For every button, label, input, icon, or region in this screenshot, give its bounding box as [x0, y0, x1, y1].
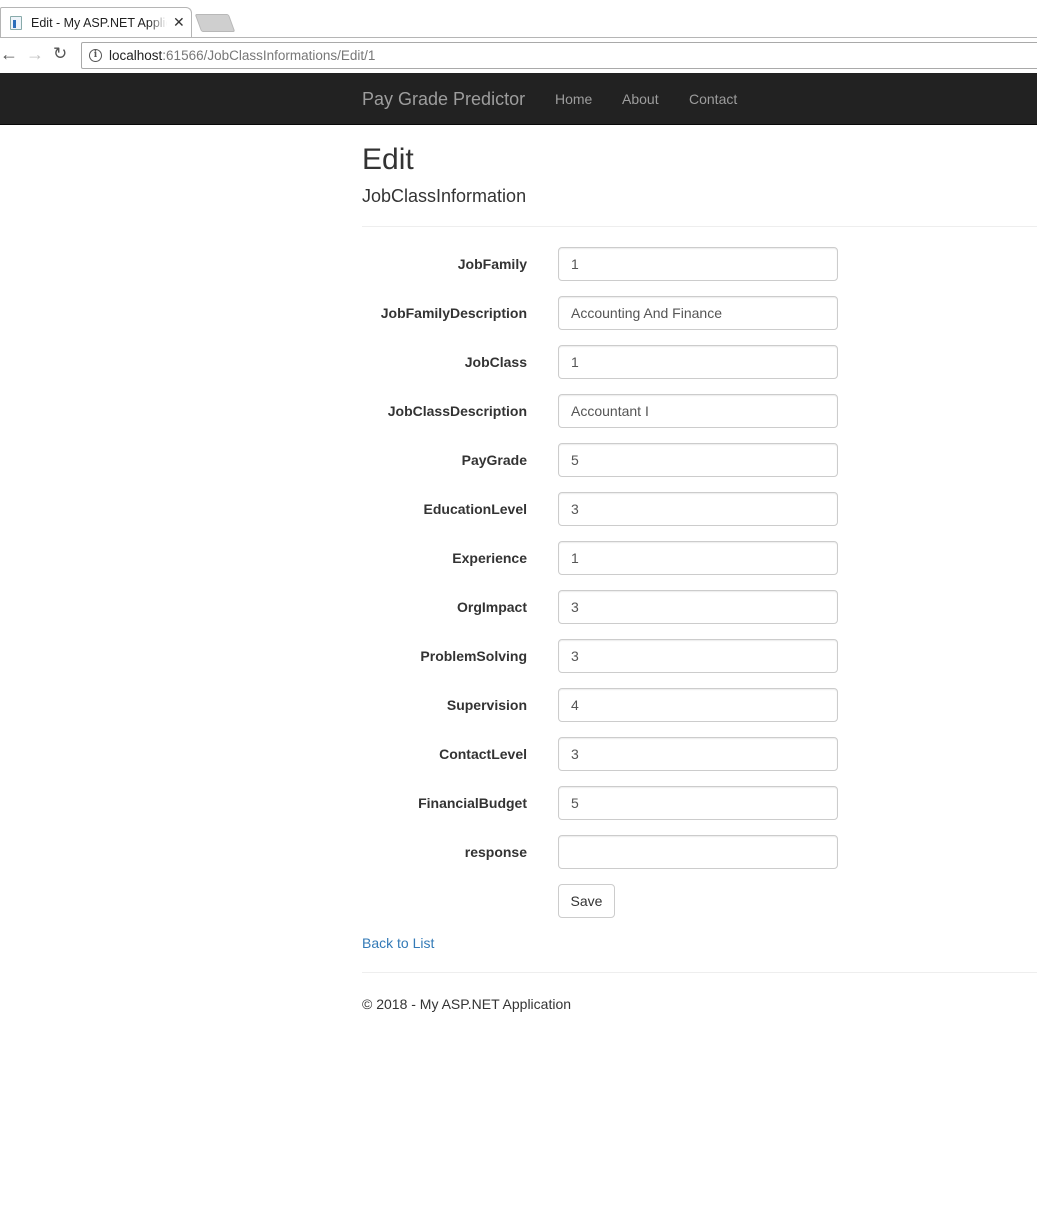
field-label: EducationLevel	[423, 501, 527, 517]
forward-arrow-icon[interactable]: →	[26, 44, 44, 64]
form-row-problemsolving: ProblemSolving	[362, 639, 842, 673]
field-label: Experience	[452, 550, 527, 566]
back-to-list-link[interactable]: Back to List	[362, 935, 434, 951]
field-label: JobFamilyDescription	[380, 305, 527, 321]
contactlevel-input[interactable]	[558, 737, 838, 771]
url-text: localhost:61566/JobClassInformations/Edi…	[109, 48, 376, 63]
jobfamily-input[interactable]	[558, 247, 838, 281]
form-row-educationlevel: EducationLevel	[362, 492, 842, 526]
response-input[interactable]	[558, 835, 838, 869]
field-label: Supervision	[446, 697, 527, 713]
experience-input[interactable]	[558, 541, 838, 575]
financialbudget-input[interactable]	[558, 786, 838, 820]
new-tab-button[interactable]	[194, 14, 236, 32]
field-label: ProblemSolving	[420, 648, 527, 664]
form-row-jobclass: JobClass	[362, 345, 842, 379]
form-row-paygrade: PayGrade	[362, 443, 842, 477]
field-label: FinancialBudget	[418, 795, 527, 811]
form-row-financialbudget: FinancialBudget	[362, 786, 842, 820]
browser-tab[interactable]: Edit - My ASP.NET Applic ✕	[0, 7, 192, 37]
page-subtitle: JobClassInformation	[362, 186, 527, 206]
form-row-contactlevel: ContactLevel	[362, 737, 842, 771]
nav-link-home[interactable]: Home	[555, 91, 592, 107]
field-label: ContactLevel	[439, 746, 527, 762]
field-label: OrgImpact	[456, 599, 527, 615]
field-label: JobClass	[464, 354, 527, 370]
nav-link-about[interactable]: About	[622, 91, 659, 107]
jobfamilydescription-input[interactable]	[558, 296, 838, 330]
form-row-response: response	[362, 835, 842, 869]
nav-link-contact[interactable]: Contact	[689, 91, 737, 107]
form-row-jobclassdescription: JobClassDescription	[362, 394, 842, 428]
field-label: response	[464, 844, 527, 860]
address-bar[interactable]: i localhost:61566/JobClassInformations/E…	[81, 42, 1037, 69]
page-favicon-icon	[10, 16, 22, 30]
form-row-experience: Experience	[362, 541, 842, 575]
paygrade-input[interactable]	[558, 443, 838, 477]
form-row-supervision: Supervision	[362, 688, 842, 722]
form-row-orgimpact: OrgImpact	[362, 590, 842, 624]
field-label: PayGrade	[461, 452, 527, 468]
info-icon[interactable]: i	[89, 49, 102, 62]
field-label: JobFamily	[457, 256, 527, 272]
tab-title: Edit - My ASP.NET Applic	[31, 16, 167, 30]
back-arrow-icon[interactable]: ←	[0, 44, 18, 64]
form-row-jobfamilydescription: JobFamilyDescription	[362, 296, 842, 330]
problemsolving-input[interactable]	[558, 639, 838, 673]
reload-icon[interactable]: ↻	[53, 44, 67, 64]
footer-copyright: © 2018 - My ASP.NET Application	[362, 996, 572, 1012]
page-title: Edit	[362, 143, 414, 176]
form-row-jobfamily: JobFamily	[362, 247, 842, 281]
browser-toolbar: ← → ↻ i localhost:61566/JobClassInformat…	[0, 37, 1037, 73]
divider	[362, 972, 1037, 973]
divider	[362, 226, 1037, 227]
educationlevel-input[interactable]	[558, 492, 838, 526]
jobclass-input[interactable]	[558, 345, 838, 379]
site-navbar: Pay Grade Predictor Home About Contact	[0, 73, 1037, 125]
supervision-input[interactable]	[558, 688, 838, 722]
navbar-brand[interactable]: Pay Grade Predictor	[362, 89, 525, 110]
close-tab-icon[interactable]: ✕	[173, 14, 185, 31]
save-button[interactable]: Save	[558, 884, 615, 918]
orgimpact-input[interactable]	[558, 590, 838, 624]
jobclassdescription-input[interactable]	[558, 394, 838, 428]
field-label: JobClassDescription	[387, 403, 527, 419]
browser-tabstrip: Edit - My ASP.NET Applic ✕	[0, 0, 1037, 37]
